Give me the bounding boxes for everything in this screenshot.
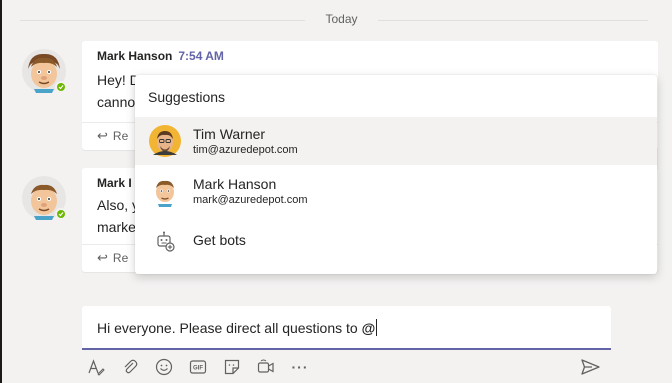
get-bots-item[interactable]: Get bots	[135, 217, 657, 265]
presence-available-icon	[55, 208, 67, 220]
message-text-line: marke	[97, 219, 136, 235]
date-divider: Today	[20, 11, 648, 29]
emoji-icon[interactable]	[152, 355, 176, 379]
suggestion-name: Mark Hanson	[193, 176, 277, 192]
svg-text:GIF: GIF	[193, 366, 203, 372]
compose-text: Hi everyone. Please direct all questions…	[97, 320, 362, 336]
message-timestamp: 7:54 AM	[178, 49, 224, 63]
suggestion-item-tim-warner[interactable]: Tim Warner tim@azuredepot.com	[135, 117, 657, 165]
text-caret	[376, 319, 378, 336]
gif-icon[interactable]: GIF	[186, 355, 210, 379]
suggestion-item-mark-hanson[interactable]: Mark Hanson mark@azuredepot.com	[135, 167, 657, 215]
avatar[interactable]	[22, 176, 67, 220]
send-icon[interactable]	[580, 357, 604, 379]
mention-trigger: @	[361, 320, 376, 336]
get-bots-label: Get bots	[193, 232, 246, 248]
message-text-line: Also, y	[97, 197, 140, 213]
avatar[interactable]	[22, 49, 67, 93]
suggestion-email: mark@azuredepot.com	[193, 194, 308, 206]
more-options-icon[interactable]: ···	[288, 355, 312, 379]
reply-label: Re	[112, 129, 129, 143]
mention-suggestions-popup: Suggestions Tim Warner tim@azuredepot.co…	[135, 75, 657, 274]
tim-warner-avatar-icon	[149, 125, 181, 157]
suggestion-name: Tim Warner	[193, 126, 266, 142]
reply-arrow-icon: ↩	[97, 128, 108, 143]
message-text-line: Hey! D	[97, 72, 140, 88]
suggestion-email: tim@azuredepot.com	[193, 144, 298, 156]
compose-message-box[interactable]: Hi everyone. Please direct all questions…	[82, 306, 611, 350]
suggestions-title: Suggestions	[148, 89, 226, 105]
window-border	[0, 0, 2, 383]
date-divider-label: Today	[325, 12, 358, 26]
format-icon[interactable]	[84, 355, 108, 379]
reply-arrow-icon: ↩	[97, 250, 108, 265]
compose-toolbar: GIF ···	[82, 355, 611, 379]
presence-available-icon	[55, 81, 67, 93]
sticker-icon[interactable]	[220, 355, 244, 379]
message-author[interactable]: Mark Hanson	[97, 49, 172, 63]
reply-label: Re	[112, 251, 129, 265]
attach-icon[interactable]	[118, 355, 142, 379]
message-text-line: canno	[97, 94, 136, 110]
message-author[interactable]: Mark I	[97, 176, 132, 190]
meet-now-icon[interactable]	[254, 355, 278, 379]
bot-icon	[157, 231, 175, 252]
mark-hanson-avatar-icon	[156, 180, 174, 207]
